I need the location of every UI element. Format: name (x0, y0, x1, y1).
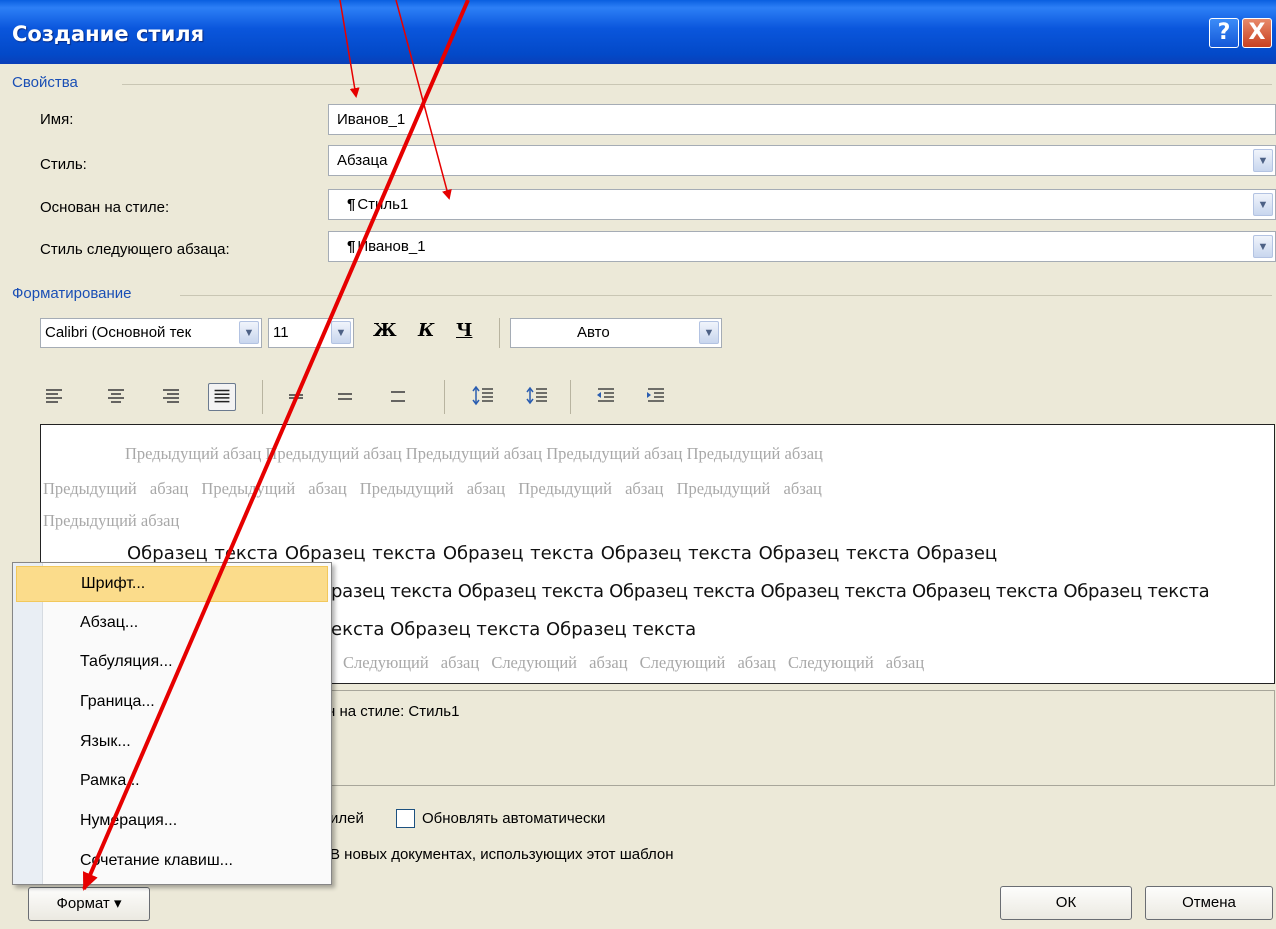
annotation-arrows (82, 0, 470, 891)
annotation-arrow-to-name (339, 0, 360, 98)
create-style-dialog: Создание стиля ? X Свойства Имя: Иванов_… (0, 0, 1276, 929)
annotation-arrow-to-based-on (395, 0, 452, 200)
annotation-arrow-to-format (82, 0, 470, 891)
